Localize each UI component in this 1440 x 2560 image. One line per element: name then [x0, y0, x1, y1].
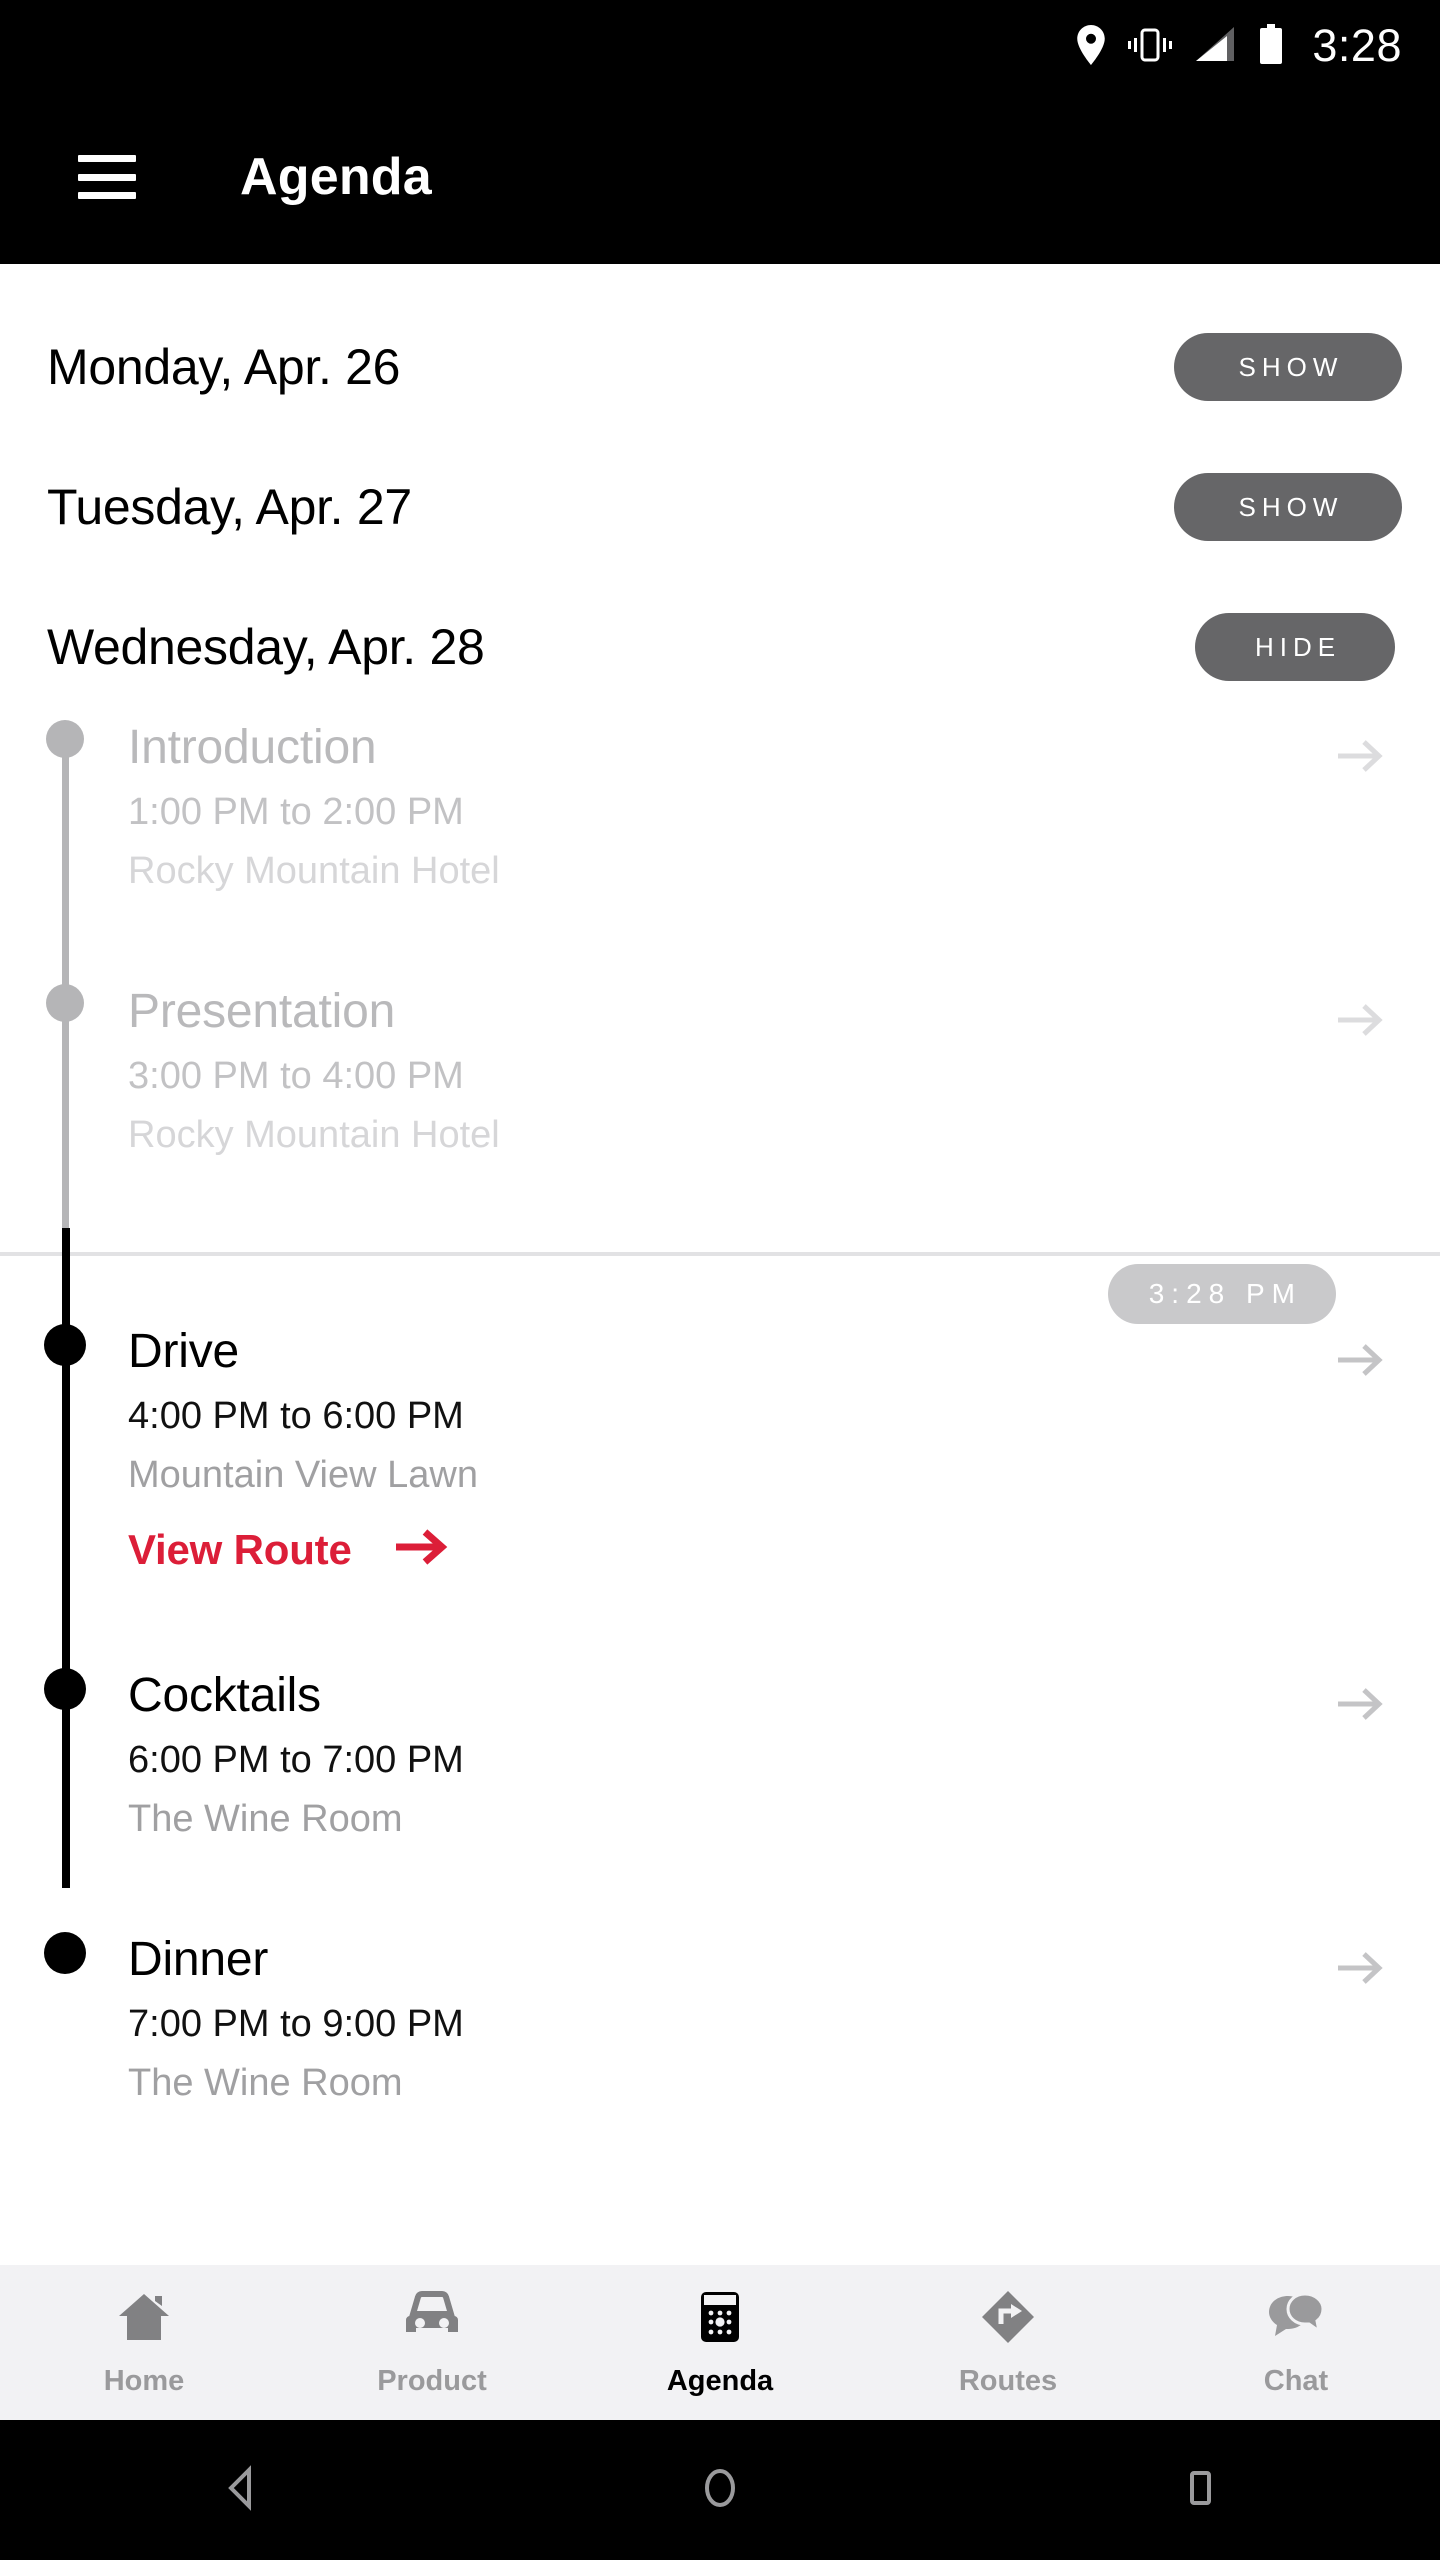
home-icon [115, 2288, 173, 2351]
event-time: 4:00 PM to 6:00 PM [128, 1395, 464, 1437]
battery-icon [1258, 24, 1284, 66]
arrow-right-icon[interactable] [1332, 1940, 1388, 1996]
event-location: Rocky Mountain Hotel [128, 850, 500, 892]
event-time: 1:00 PM to 2:00 PM [128, 791, 464, 833]
day-header-tuesday[interactable]: Tuesday, Apr. 27 SHOW [0, 434, 1440, 580]
nav-tab-home[interactable]: Home [0, 2288, 288, 2398]
event-location: The Wine Room [128, 2062, 403, 2104]
page-title: Agenda [240, 148, 432, 206]
location-pin-icon [1076, 25, 1106, 65]
day-toggle-button-tuesday[interactable]: SHOW [1174, 473, 1402, 541]
phone-screen: 3:28 Agenda Monday, Apr. 26 SHOW Tuesday… [0, 0, 1440, 2560]
bottom-navigation-bar: Home Product Agenda Routes Chat [0, 2265, 1440, 2420]
timeline-dot [44, 1668, 86, 1710]
day-label: Wednesday, Apr. 28 [47, 619, 485, 675]
home-circle-icon[interactable] [693, 2461, 747, 2520]
hamburger-menu-icon[interactable] [78, 155, 136, 199]
current-time-badge: 3:28 PM [1107, 1264, 1336, 1324]
day-header-monday[interactable]: Monday, Apr. 26 SHOW [0, 294, 1440, 440]
recents-square-icon[interactable] [1173, 2461, 1227, 2520]
event-title: Introduction [128, 721, 377, 774]
day-toggle-button-monday[interactable]: SHOW [1174, 333, 1402, 401]
nav-tab-agenda[interactable]: Agenda [576, 2288, 864, 2398]
view-route-link[interactable]: View Route [128, 1523, 1440, 1576]
event-time: 6:00 PM to 7:00 PM [128, 1739, 464, 1781]
event-time: 3:00 PM to 4:00 PM [128, 1055, 464, 1097]
timeline-past-section: Introduction 1:00 PM to 2:00 PM Rocky Mo… [0, 720, 1440, 1238]
agenda-event-row[interactable]: Introduction 1:00 PM to 2:00 PM Rocky Mo… [0, 720, 1440, 893]
timeline-dot [46, 984, 84, 1022]
status-bar-clock: 3:28 [1312, 19, 1402, 71]
arrow-right-icon[interactable] [1332, 728, 1388, 784]
nav-tab-label: Routes [958, 2364, 1058, 2397]
agenda-event-row[interactable]: Cocktails 6:00 PM to 7:00 PM The Wine Ro… [0, 1668, 1440, 1841]
timeline-dot [44, 1932, 86, 1974]
arrow-right-icon [392, 1523, 452, 1576]
app-bar: Agenda [0, 90, 1440, 264]
timeline-dot [46, 720, 84, 758]
vibrate-icon [1128, 25, 1173, 65]
event-location: The Wine Room [128, 1798, 403, 1840]
agenda-event-row[interactable]: Presentation 3:00 PM to 4:00 PM Rocky Mo… [0, 984, 1440, 1157]
timeline-dot [44, 1324, 86, 1366]
arrow-right-icon[interactable] [1332, 1676, 1388, 1732]
calendar-icon [691, 2288, 749, 2351]
nav-tab-routes[interactable]: Routes [864, 2288, 1152, 2398]
event-location: Rocky Mountain Hotel [128, 1114, 500, 1156]
android-navigation-bar [0, 2420, 1440, 2560]
agenda-content: Monday, Apr. 26 SHOW Tuesday, Apr. 27 SH… [0, 264, 1440, 2265]
event-title: Drive [128, 1325, 240, 1378]
chat-bubbles-icon [1265, 2288, 1327, 2351]
car-icon [401, 2288, 463, 2351]
agenda-event-row[interactable]: Dinner 7:00 PM to 9:00 PM The Wine Room [0, 1932, 1440, 2105]
event-title: Cocktails [128, 1669, 321, 1722]
nav-tab-product[interactable]: Product [288, 2288, 576, 2398]
event-location: Mountain View Lawn [128, 1454, 478, 1496]
event-time: 7:00 PM to 9:00 PM [128, 2003, 464, 2045]
nav-tab-label: Product [377, 2364, 487, 2397]
nav-tab-label: Home [103, 2364, 185, 2397]
nav-tab-label: Chat [1263, 2364, 1329, 2397]
timeline-current-section: 3:28 PM Drive 4:00 PM to 6:00 PM Mountai… [0, 1228, 1440, 2104]
route-sign-icon [979, 2288, 1037, 2351]
day-label: Tuesday, Apr. 27 [47, 479, 412, 535]
event-title: Dinner [128, 1933, 269, 1986]
status-bar: 3:28 [0, 0, 1440, 90]
back-triangle-icon[interactable] [213, 2461, 267, 2520]
agenda-event-row[interactable]: Drive 4:00 PM to 6:00 PM Mountain View L… [0, 1324, 1440, 1576]
day-header-wednesday[interactable]: Wednesday, Apr. 28 HIDE [0, 574, 1440, 720]
nav-tab-chat[interactable]: Chat [1152, 2288, 1440, 2398]
event-title: Presentation [128, 985, 396, 1038]
day-toggle-button-wednesday[interactable]: HIDE [1195, 613, 1395, 681]
view-route-label: View Route [128, 1525, 352, 1573]
day-label: Monday, Apr. 26 [47, 339, 401, 395]
arrow-right-icon[interactable] [1332, 1332, 1388, 1388]
signal-icon [1194, 25, 1236, 65]
nav-tab-label: Agenda [666, 2364, 774, 2397]
arrow-right-icon[interactable] [1332, 992, 1388, 1048]
